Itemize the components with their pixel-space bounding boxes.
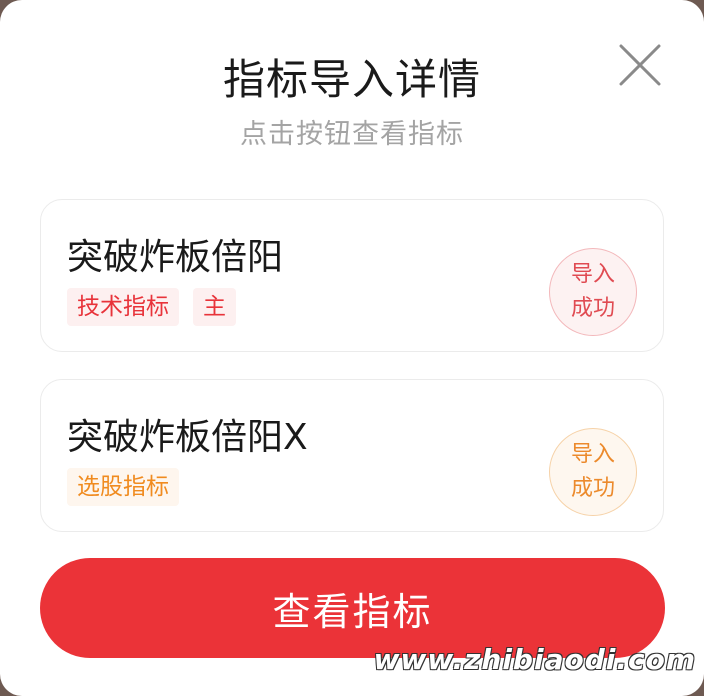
badge-line: 导入 (570, 262, 615, 287)
indicator-tags: 选股指标 (67, 468, 179, 506)
badge-line: 成功 (570, 296, 615, 321)
indicator-tags: 技术指标 主 (67, 288, 236, 326)
dialog-subtitle: 点击按钮查看指标 (240, 119, 464, 150)
close-button[interactable] (618, 43, 662, 87)
indicator-tag: 主 (193, 288, 236, 326)
close-icon (619, 44, 661, 86)
badge-line: 导入 (570, 442, 615, 467)
indicator-card[interactable]: 突破炸板倍阳 技术指标 主 导入 成功 (40, 199, 664, 352)
indicator-tag: 技术指标 (67, 288, 179, 326)
import-success-badge: 导入 成功 (549, 428, 637, 516)
import-details-dialog: 指标导入详情 点击按钮查看指标 突破炸板倍阳 技术指标 主 导入 成功 突破炸板… (0, 0, 704, 696)
indicator-tag: 选股指标 (67, 468, 179, 506)
import-success-badge: 导入 成功 (549, 248, 637, 336)
dialog-title: 指标导入详情 (222, 55, 481, 104)
badge-line: 成功 (570, 476, 615, 501)
indicator-name: 突破炸板倍阳 (67, 237, 284, 278)
watermark: www.zhibiaodi.com (373, 643, 696, 676)
indicator-name: 突破炸板倍阳X (67, 417, 308, 458)
indicator-card[interactable]: 突破炸板倍阳X 选股指标 导入 成功 (40, 379, 664, 532)
